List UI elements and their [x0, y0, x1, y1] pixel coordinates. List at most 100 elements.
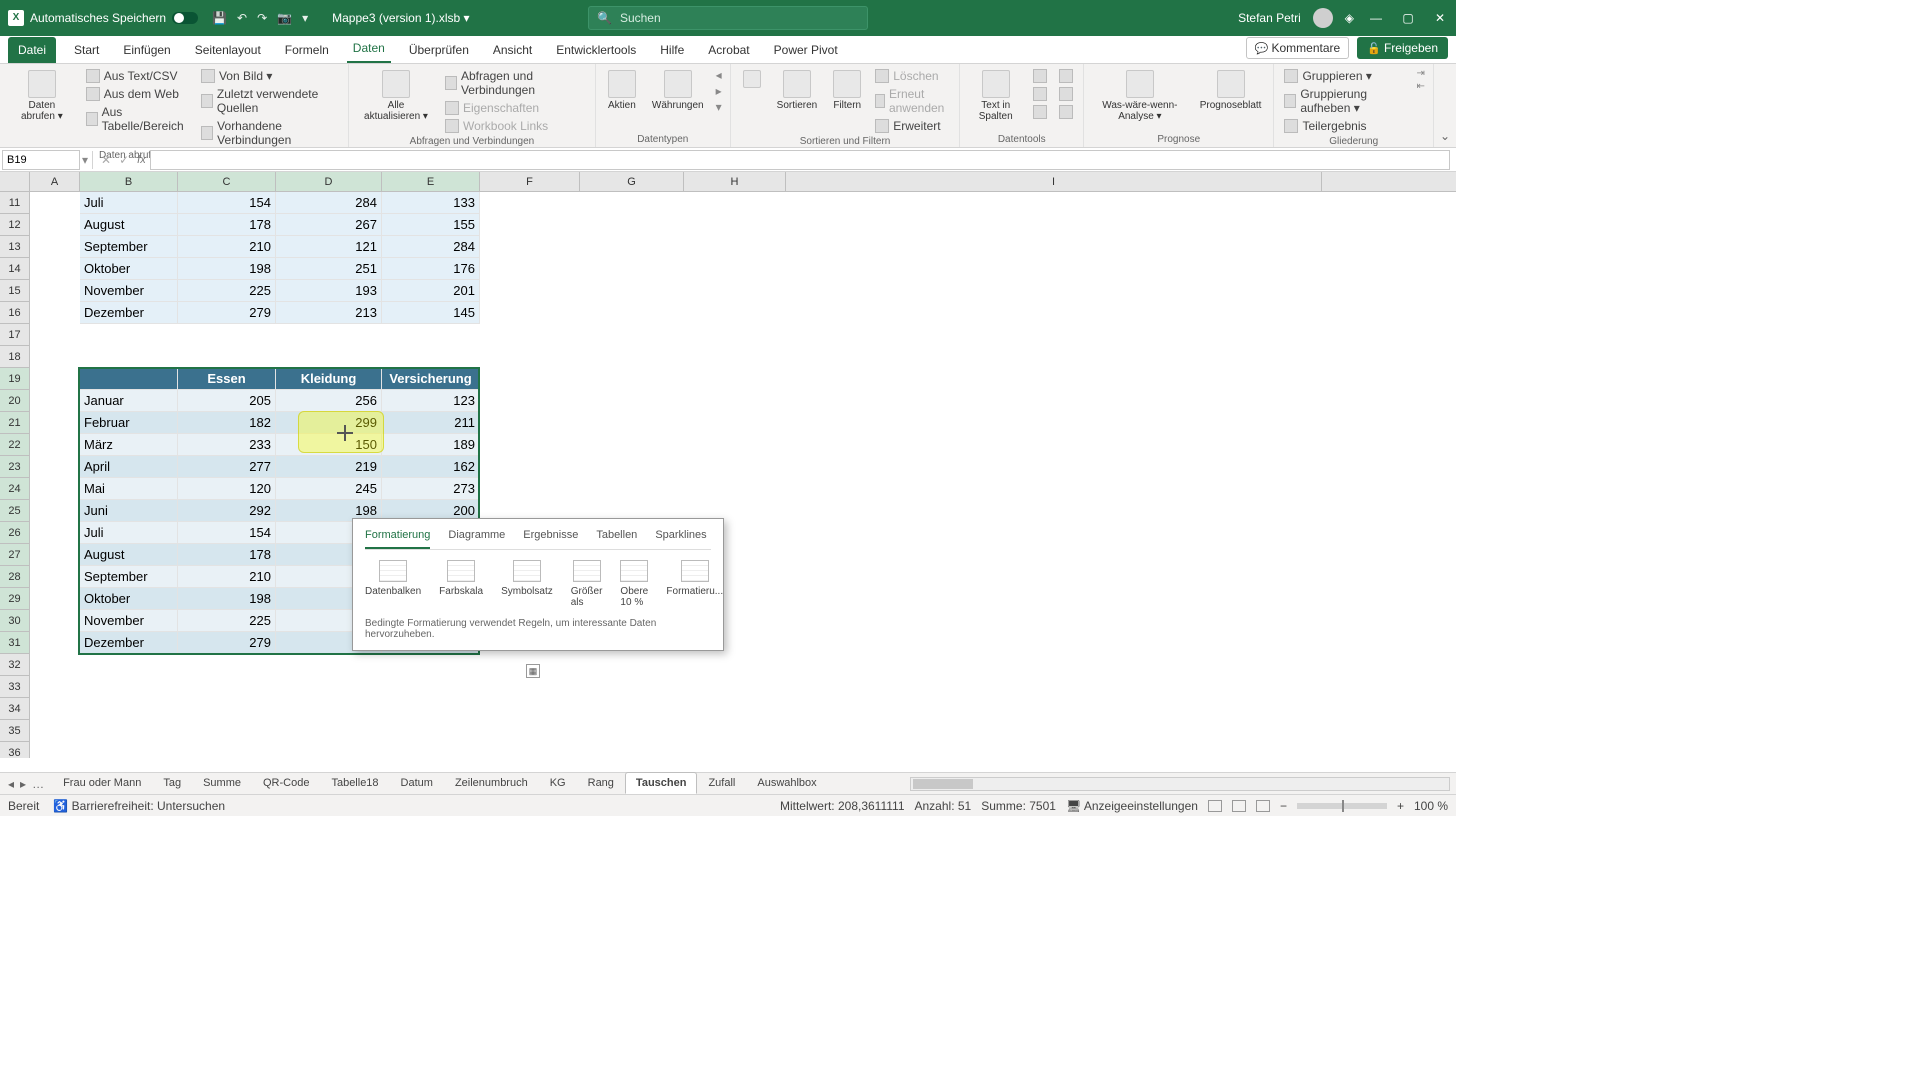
cell-B20[interactable]: Januar	[80, 390, 178, 412]
cell-B19[interactable]	[80, 368, 178, 390]
row-header-32[interactable]: 32	[0, 654, 29, 676]
cancel-icon[interactable]: ✕	[97, 153, 115, 167]
zoom-level[interactable]: 100 %	[1414, 799, 1448, 813]
cell-B31[interactable]: Dezember	[80, 632, 178, 654]
qa-item[interactable]: Formatieru...	[666, 560, 723, 608]
menu-seitenlayout[interactable]: Seitenlayout	[189, 37, 267, 63]
cell-B22[interactable]: März	[80, 434, 178, 456]
menu-acrobat[interactable]: Acrobat	[702, 37, 755, 63]
sheet-tab[interactable]: Zufall	[697, 772, 746, 794]
menu-start[interactable]: Start	[68, 37, 105, 63]
cell-D20[interactable]: 256	[276, 390, 382, 412]
col-header-B[interactable]: B	[80, 172, 178, 191]
cell-C25[interactable]: 292	[178, 500, 276, 522]
row-header-23[interactable]: 23	[0, 456, 29, 478]
row-header-31[interactable]: 31	[0, 632, 29, 654]
cell-E22[interactable]: 189	[382, 434, 480, 456]
text-to-columns-button[interactable]: Text in Spalten	[968, 68, 1023, 124]
row-header-20[interactable]: 20	[0, 390, 29, 412]
row-header-27[interactable]: 27	[0, 544, 29, 566]
document-title[interactable]: Mappe3 (version 1).xlsb ▾	[332, 11, 469, 25]
cell-D21[interactable]: 299	[276, 412, 382, 434]
cell-D23[interactable]: 219	[276, 456, 382, 478]
cell-D14[interactable]: 251	[276, 258, 382, 280]
cell-B15[interactable]: November	[80, 280, 178, 302]
stocks-button[interactable]: Aktien	[604, 68, 640, 113]
cell-C29[interactable]: 198	[178, 588, 276, 610]
fx-icon[interactable]: fx	[137, 154, 146, 166]
row-header-22[interactable]: 22	[0, 434, 29, 456]
ribbon-item[interactable]: Aus dem Web	[84, 86, 191, 102]
qa-tab-ergebnisse[interactable]: Ergebnisse	[523, 529, 578, 549]
get-data-button[interactable]: Daten abrufen ▾	[8, 68, 76, 124]
cell-E14[interactable]: 176	[382, 258, 480, 280]
autosave-toggle[interactable]	[172, 12, 198, 24]
enter-icon[interactable]: ✓	[115, 153, 133, 167]
cell-E23[interactable]: 162	[382, 456, 480, 478]
row-header-17[interactable]: 17	[0, 324, 29, 346]
cell-C24[interactable]: 120	[178, 478, 276, 500]
cell-B24[interactable]: Mai	[80, 478, 178, 500]
sheet-tab[interactable]: QR-Code	[252, 772, 320, 794]
row-header-19[interactable]: 19	[0, 368, 29, 390]
cell-B12[interactable]: August	[80, 214, 178, 236]
autosave[interactable]: Automatisches Speichern	[30, 11, 198, 25]
redo-icon[interactable]: ↷	[257, 11, 267, 25]
quick-analysis-handle[interactable]: ▦	[526, 664, 540, 678]
cell-D22[interactable]: 150	[276, 434, 382, 456]
cell-D19[interactable]: Kleidung	[276, 368, 382, 390]
forecast-button[interactable]: Prognoseblatt	[1196, 68, 1266, 113]
cell-B30[interactable]: November	[80, 610, 178, 632]
row-header-36[interactable]: 36	[0, 742, 29, 758]
cell-C22[interactable]: 233	[178, 434, 276, 456]
row-header-13[interactable]: 13	[0, 236, 29, 258]
col-header-C[interactable]: C	[178, 172, 276, 191]
view-normal-icon[interactable]	[1208, 800, 1222, 812]
menu-einfügen[interactable]: Einfügen	[117, 37, 176, 63]
row-header-18[interactable]: 18	[0, 346, 29, 368]
cell-E24[interactable]: 273	[382, 478, 480, 500]
ribbon-item[interactable]: Eigenschaften	[443, 100, 587, 116]
cell-C30[interactable]: 225	[178, 610, 276, 632]
menu-file[interactable]: Datei	[8, 37, 56, 63]
cell-B23[interactable]: April	[80, 456, 178, 478]
menu-überprüfen[interactable]: Überprüfen	[403, 37, 475, 63]
sheet-tab[interactable]: KG	[539, 772, 577, 794]
ribbon-item[interactable]: Löschen	[873, 68, 951, 84]
formula-input[interactable]	[150, 150, 1450, 170]
row-header-30[interactable]: 30	[0, 610, 29, 632]
user-name[interactable]: Stefan Petri	[1238, 11, 1301, 25]
sheet-tab[interactable]: Tabelle18	[320, 772, 389, 794]
comments-button[interactable]: 💬 Kommentare	[1246, 37, 1349, 59]
sheet-tab[interactable]: Tauschen	[625, 772, 698, 794]
cell-C26[interactable]: 154	[178, 522, 276, 544]
row-header-33[interactable]: 33	[0, 676, 29, 698]
cell-E20[interactable]: 123	[382, 390, 480, 412]
share-button[interactable]: 🔓 Freigeben	[1357, 37, 1448, 59]
col-header-F[interactable]: F	[480, 172, 580, 191]
col-header-G[interactable]: G	[580, 172, 684, 191]
zoom-out-icon[interactable]: −	[1280, 799, 1287, 813]
row-header-35[interactable]: 35	[0, 720, 29, 742]
cell-D11[interactable]: 284	[276, 192, 382, 214]
view-pagebreak-icon[interactable]	[1256, 800, 1270, 812]
sheet-tab[interactable]: Tag	[152, 772, 192, 794]
ribbon-item[interactable]: Gruppieren ▾	[1282, 68, 1408, 84]
row-header-11[interactable]: 11	[0, 192, 29, 214]
zoom-in-icon[interactable]: +	[1397, 799, 1404, 813]
ribbon-item[interactable]: Abfragen und Verbindungen	[443, 68, 587, 98]
row-header-26[interactable]: 26	[0, 522, 29, 544]
cell-E15[interactable]: 201	[382, 280, 480, 302]
row-header-21[interactable]: 21	[0, 412, 29, 434]
more-icon[interactable]: ▾	[302, 11, 308, 25]
cell-C20[interactable]: 205	[178, 390, 276, 412]
qa-item[interactable]: Größer als	[571, 560, 603, 608]
currencies-button[interactable]: Währungen	[648, 68, 708, 113]
cell-C21[interactable]: 182	[178, 412, 276, 434]
cell-E11[interactable]: 133	[382, 192, 480, 214]
cell-D24[interactable]: 245	[276, 478, 382, 500]
avatar[interactable]	[1313, 8, 1333, 28]
cell-C13[interactable]: 210	[178, 236, 276, 258]
whatif-button[interactable]: Was-wäre-wenn-Analyse ▾	[1092, 68, 1188, 124]
cell-C28[interactable]: 210	[178, 566, 276, 588]
